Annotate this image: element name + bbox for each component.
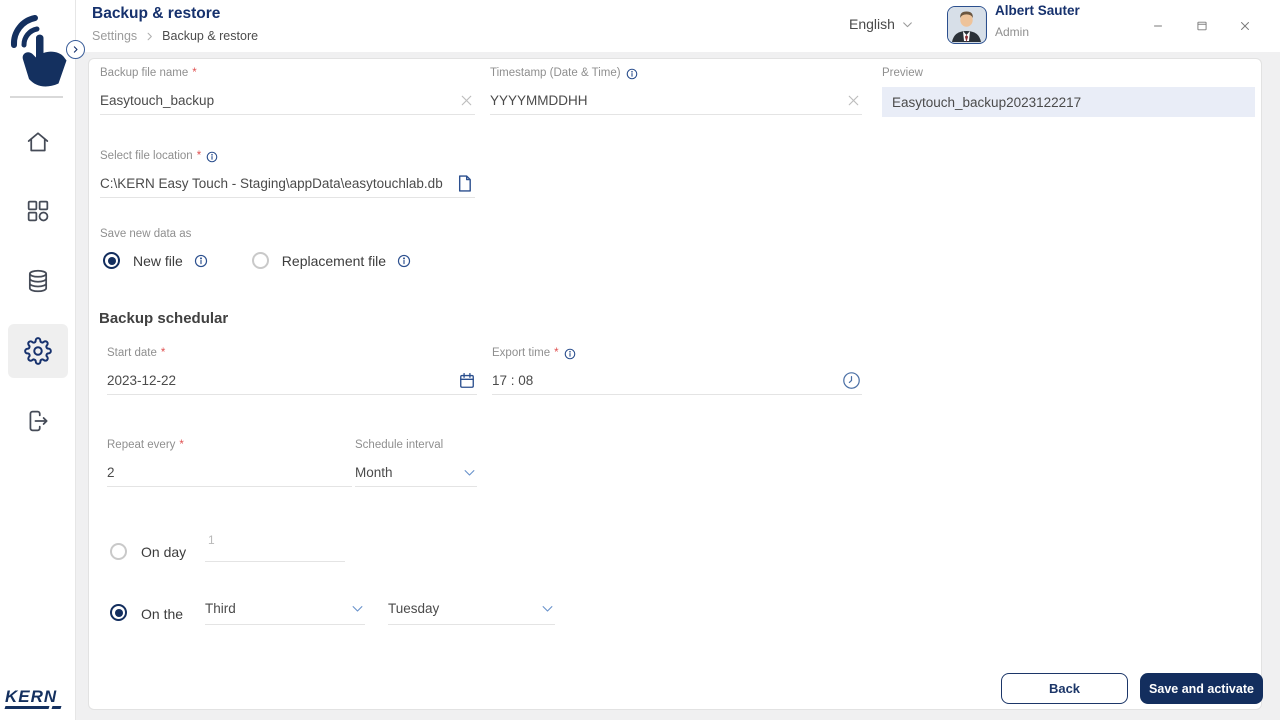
sidebar-item-settings[interactable]	[8, 324, 68, 378]
preview-label: Preview	[882, 67, 923, 79]
calendar-icon[interactable]	[457, 371, 477, 391]
on-day-radio[interactable]	[110, 543, 127, 560]
on-day-placeholder: 1	[208, 533, 215, 547]
user-role: Admin	[995, 25, 1030, 39]
export-time-input[interactable]: 17 : 08	[492, 367, 862, 395]
scheduler-section-heading: Backup schedular	[99, 310, 229, 327]
breadcrumb: Settings Backup & restore	[92, 29, 258, 43]
chevron-down-icon	[462, 465, 477, 480]
sidebar-item-logout[interactable]	[8, 394, 68, 448]
replacement-file-radio[interactable]	[251, 252, 269, 269]
home-icon	[24, 128, 52, 156]
file-location-input[interactable]: C:\KERN Easy Touch - Staging\appData\eas…	[100, 170, 475, 198]
schedule-interval-label: Schedule interval	[355, 439, 444, 451]
file-location-label: Select file location *	[100, 149, 475, 164]
info-icon[interactable]	[206, 151, 218, 163]
repeat-every-input[interactable]: 2	[107, 459, 352, 487]
sidebar-item-database[interactable]	[8, 254, 68, 308]
save-and-activate-button[interactable]: Save and activate	[1140, 673, 1263, 704]
clock-icon[interactable]	[841, 370, 862, 391]
sidebar-item-home[interactable]	[8, 115, 68, 169]
close-icon[interactable]	[1235, 16, 1255, 36]
repeat-every-field: Repeat every * 2	[107, 438, 352, 487]
info-icon[interactable]	[626, 68, 638, 80]
kern-brand-logo: KERN	[4, 687, 70, 709]
sidebar-expand-button[interactable]	[66, 40, 85, 59]
replacement-file-option-label[interactable]: Replacement file	[282, 253, 386, 269]
info-icon[interactable]	[564, 348, 576, 360]
start-date-label: Start date *	[107, 347, 166, 359]
start-date-input[interactable]: 2023-12-22	[107, 367, 477, 395]
on-the-ordinal-dropdown[interactable]: Third	[205, 593, 365, 625]
timestamp-input[interactable]: YYYYMMDDHH	[490, 87, 862, 115]
chevron-down-icon	[540, 601, 555, 616]
on-the-weekday-dropdown[interactable]: Tuesday	[388, 593, 555, 625]
backup-file-name-label: Backup file name *	[100, 67, 197, 79]
new-file-radio[interactable]	[103, 252, 120, 269]
on-the-radio[interactable]	[110, 604, 127, 621]
preview-value: Easytouch_backup2023122217	[882, 87, 1255, 117]
back-button[interactable]: Back	[1001, 673, 1128, 704]
chevron-right-icon	[144, 31, 155, 42]
maximize-icon[interactable]	[1192, 16, 1212, 36]
user-name: Albert Sauter	[995, 3, 1080, 18]
clear-x-icon[interactable]	[458, 92, 475, 109]
user-photo-avatar[interactable]	[947, 6, 987, 44]
minimize-icon[interactable]	[1148, 16, 1168, 36]
save-as-label: Save new data as	[100, 228, 192, 240]
info-icon[interactable]	[194, 254, 208, 268]
on-day-value-input[interactable]: 1	[205, 531, 345, 562]
breadcrumb-current: Backup & restore	[162, 29, 259, 43]
sidebar-item-apps[interactable]	[8, 184, 68, 238]
language-selector-value: English	[849, 16, 895, 32]
apps-grid-icon	[24, 197, 52, 225]
file-location-field: Select file location * C:\KERN Easy Touch…	[100, 149, 475, 198]
on-the-label[interactable]: On the	[141, 606, 183, 622]
chevron-right-icon	[71, 45, 80, 54]
kern-brand-underline	[4, 706, 70, 709]
kern-easytouch-hand-logo	[9, 13, 67, 89]
start-date-field: Start date * 2023-12-22	[107, 346, 477, 395]
backup-file-name-field: Backup file name * Easytouch_backup	[100, 66, 475, 115]
timestamp-label: Timestamp (Date & Time)	[490, 66, 862, 81]
sidebar: KERN	[0, 0, 76, 720]
file-icon[interactable]	[454, 173, 475, 194]
kern-brand-text: KERN	[5, 687, 58, 706]
clear-x-icon[interactable]	[845, 92, 862, 109]
language-selector[interactable]: English	[849, 16, 914, 32]
chevron-down-icon	[350, 601, 365, 616]
export-time-label: Export time *	[492, 346, 862, 361]
sidebar-divider	[10, 96, 63, 98]
settings-gear-icon	[24, 337, 52, 365]
save-as-options: New file Replacement file	[103, 252, 411, 269]
info-icon[interactable]	[397, 254, 411, 268]
new-file-option-label[interactable]: New file	[133, 253, 183, 269]
schedule-interval-field: Schedule interval Month	[355, 438, 477, 487]
app-window: Backup & restore Settings Backup & resto…	[0, 0, 1280, 720]
logout-icon	[24, 407, 52, 435]
chevron-down-icon	[901, 18, 914, 31]
breadcrumb-settings-link[interactable]: Settings	[92, 29, 137, 43]
preview-field: Preview Easytouch_backup2023122217	[882, 66, 1255, 117]
repeat-every-label: Repeat every *	[107, 439, 184, 451]
schedule-interval-dropdown[interactable]: Month	[355, 459, 477, 487]
on-day-label[interactable]: On day	[141, 544, 186, 560]
timestamp-field: Timestamp (Date & Time) YYYYMMDDHH	[490, 66, 862, 115]
backup-file-name-input[interactable]: Easytouch_backup	[100, 87, 475, 115]
page-title: Backup & restore	[92, 5, 221, 22]
database-icon	[24, 267, 52, 295]
export-time-field: Export time * 17 : 08	[492, 346, 862, 395]
